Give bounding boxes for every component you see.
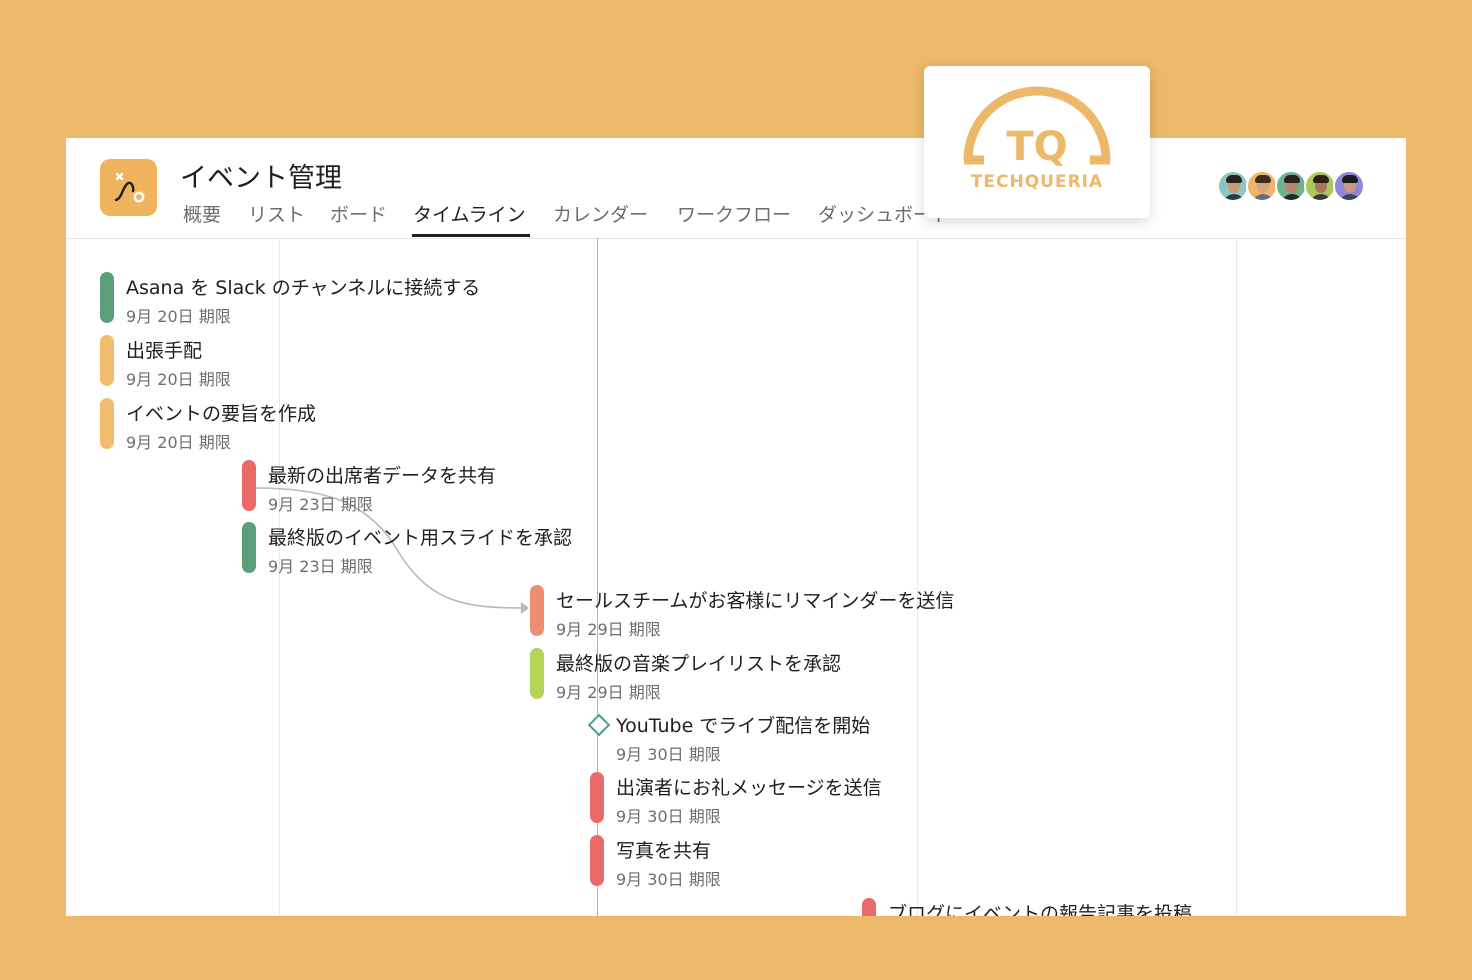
task-title: 写真を共有 [616,840,712,862]
task-due-date: 9月 20日 期限 [126,370,231,389]
app-window: イベント管理 概要 リスト ボード タイムライン カレンダー ワークフロー ダッ… [66,138,1406,916]
task-title: イベントの要旨を作成 [126,403,317,425]
task-title: ブログにイベントの報告記事を投稿 [888,903,1193,916]
task-title: セールスチームがお客様にリマインダーを送信 [556,590,955,612]
task-bar[interactable] [242,460,256,511]
task-bar[interactable] [590,772,604,823]
task-bar[interactable] [862,898,876,916]
task-bar[interactable] [100,335,114,386]
task-title: 最終版のイベント用スライドを承認 [268,527,573,549]
task-title: 最終版の音楽プレイリストを承認 [556,653,842,675]
task-title: 出演者にお礼メッセージを送信 [616,777,882,799]
techqueria-logo-icon: TQ [963,86,1111,170]
logo-wordmark: TECHQUERIA [970,172,1104,192]
logo-monogram: TQ [1006,124,1067,170]
task-due-date: 9月 20日 期限 [126,307,231,326]
techqueria-logo-card: TQ TECHQUERIA [924,66,1150,218]
task-due-date: 9月 29日 期限 [556,683,661,702]
task-bar[interactable] [100,398,114,449]
task-bar[interactable] [590,835,604,886]
task-title: 出張手配 [126,340,203,362]
task-title: YouTube でライブ配信を開始 [616,715,871,737]
task-title: Asana を Slack のチャンネルに接続する [126,277,481,299]
task-due-date: 9月 20日 期限 [126,433,231,452]
task-due-date: 9月 30日 期限 [616,745,721,764]
task-bar[interactable] [242,522,256,573]
task-due-date: 9月 23日 期限 [268,557,373,576]
task-title: 最新の出席者データを共有 [268,465,497,487]
task-due-date: 9月 23日 期限 [268,495,373,514]
task-due-date: 9月 30日 期限 [616,870,721,889]
task-bar[interactable] [100,272,114,323]
task-bar[interactable] [530,648,544,699]
task-bar[interactable] [530,585,544,636]
task-due-date: 9月 30日 期限 [616,807,721,826]
task-due-date: 9月 29日 期限 [556,620,661,639]
